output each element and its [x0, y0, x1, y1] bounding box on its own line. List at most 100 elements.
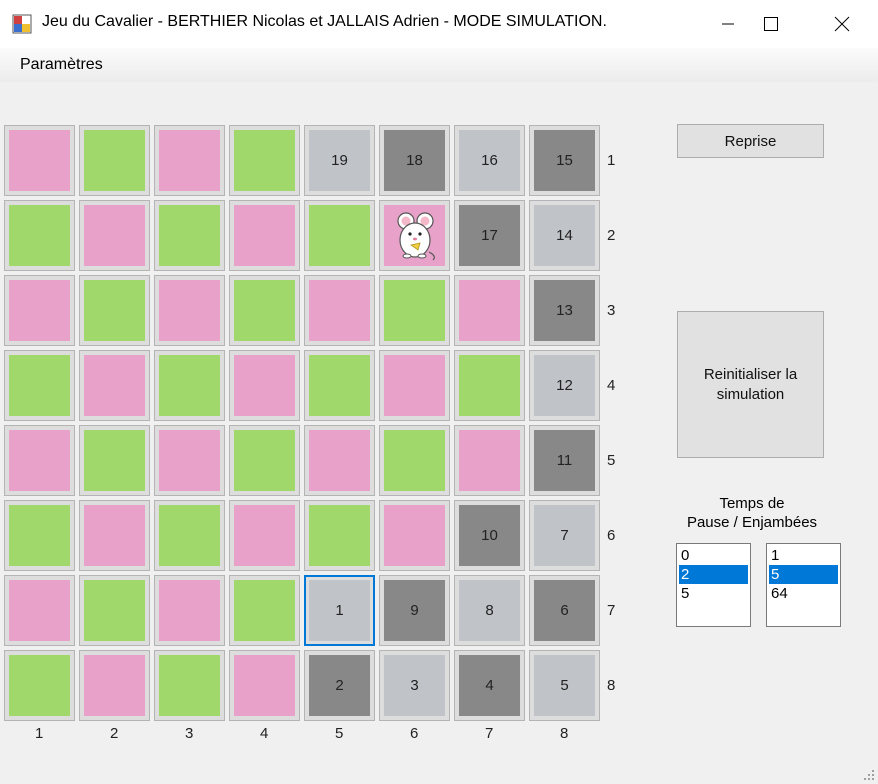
list-item[interactable]: 1	[769, 546, 838, 565]
board-cell[interactable]	[454, 275, 525, 346]
cell-fill	[84, 580, 145, 641]
reprise-button[interactable]: Reprise	[677, 124, 824, 158]
board-cell[interactable]	[79, 425, 150, 496]
board-cell[interactable]	[229, 650, 300, 721]
row-label: 6	[607, 527, 616, 544]
board-cell[interactable]	[4, 500, 75, 571]
cell-fill	[309, 205, 370, 266]
temps-label-line2: Pause / Enjambées	[686, 514, 818, 531]
reset-simulation-button[interactable]: Reinitialiser la simulation	[677, 311, 824, 458]
board-cell[interactable]: 11	[529, 425, 600, 496]
board-cell[interactable]	[379, 275, 450, 346]
menu-bar: Paramètres	[0, 48, 878, 82]
board-cell[interactable]: 8	[454, 575, 525, 646]
board-cell[interactable]	[79, 275, 150, 346]
cell-fill	[9, 580, 70, 641]
board-cell[interactable]	[79, 350, 150, 421]
board-cell[interactable]	[79, 575, 150, 646]
cell-fill: 9	[384, 580, 445, 641]
board-cell[interactable]	[79, 500, 150, 571]
board-cell[interactable]: 13	[529, 275, 600, 346]
window-title: Jeu du Cavalier - BERTHIER Nicolas et JA…	[42, 13, 607, 30]
board-cell[interactable]	[79, 200, 150, 271]
board-cell[interactable]	[154, 575, 225, 646]
board-cell[interactable]: 2	[304, 650, 375, 721]
board-cell[interactable]	[379, 200, 450, 271]
board-cell[interactable]	[379, 350, 450, 421]
board-cell[interactable]: 1	[304, 575, 375, 646]
board-cell[interactable]	[154, 650, 225, 721]
board-cell[interactable]	[4, 200, 75, 271]
board-cell[interactable]: 16	[454, 125, 525, 196]
list-item[interactable]: 5	[679, 584, 748, 603]
board-cell[interactable]	[379, 425, 450, 496]
board-cell[interactable]	[154, 425, 225, 496]
list-item[interactable]: 5	[769, 565, 838, 584]
board-cell[interactable]: 12	[529, 350, 600, 421]
board-cell[interactable]	[229, 200, 300, 271]
minimize-icon	[722, 23, 734, 25]
col-label: 3	[185, 725, 194, 742]
move-number: 6	[560, 602, 569, 619]
board-cell[interactable]	[154, 125, 225, 196]
move-number: 5	[560, 677, 569, 694]
board-cell[interactable]: 5	[529, 650, 600, 721]
board-cell[interactable]: 17	[454, 200, 525, 271]
cell-fill	[234, 580, 295, 641]
cell-fill: 1	[309, 580, 370, 641]
cell-fill: 12	[534, 355, 595, 416]
board-cell[interactable]	[4, 125, 75, 196]
board-cell[interactable]: 9	[379, 575, 450, 646]
menu-parametres[interactable]: Paramètres	[10, 48, 113, 82]
board-cell[interactable]: 6	[529, 575, 600, 646]
board-cell[interactable]	[229, 275, 300, 346]
resize-grip-icon[interactable]	[863, 769, 875, 781]
col-label: 8	[560, 725, 569, 742]
board-cell[interactable]	[304, 500, 375, 571]
board-cell[interactable]: 14	[529, 200, 600, 271]
board-cell[interactable]	[154, 200, 225, 271]
cell-fill: 16	[459, 130, 520, 191]
board-cell[interactable]: 15	[529, 125, 600, 196]
board-cell[interactable]	[229, 575, 300, 646]
board-cell[interactable]	[304, 425, 375, 496]
cell-fill	[9, 505, 70, 566]
board-cell[interactable]	[304, 350, 375, 421]
board-cell[interactable]: 3	[379, 650, 450, 721]
board-cell[interactable]	[229, 350, 300, 421]
board-cell[interactable]	[154, 275, 225, 346]
board-cell[interactable]	[154, 350, 225, 421]
pause-listbox[interactable]: 025	[676, 543, 751, 627]
cell-fill: 15	[534, 130, 595, 191]
close-button[interactable]	[812, 0, 872, 48]
board-cell[interactable]	[154, 500, 225, 571]
board-cell[interactable]: 19	[304, 125, 375, 196]
board-cell[interactable]	[4, 275, 75, 346]
list-item[interactable]: 64	[769, 584, 838, 603]
cell-fill: 13	[534, 280, 595, 341]
board-cell[interactable]: 7	[529, 500, 600, 571]
board-cell[interactable]	[4, 350, 75, 421]
board-cell[interactable]	[379, 500, 450, 571]
board-cell[interactable]	[4, 650, 75, 721]
enjambees-listbox[interactable]: 1 5 64	[766, 543, 841, 627]
list-item[interactable]: 0	[679, 546, 748, 565]
cell-fill	[384, 505, 445, 566]
board-cell[interactable]	[304, 275, 375, 346]
board-cell[interactable]: 10	[454, 500, 525, 571]
board-cell[interactable]	[454, 350, 525, 421]
board-cell[interactable]	[229, 425, 300, 496]
board-cell[interactable]: 4	[454, 650, 525, 721]
board-cell[interactable]	[304, 200, 375, 271]
board-cell[interactable]	[4, 575, 75, 646]
board-cell[interactable]	[79, 125, 150, 196]
move-number: 9	[410, 602, 419, 619]
board-cell[interactable]: 18	[379, 125, 450, 196]
board-cell[interactable]	[229, 125, 300, 196]
board-cell[interactable]	[229, 500, 300, 571]
maximize-button[interactable]	[741, 0, 801, 48]
board-cell[interactable]	[454, 425, 525, 496]
board-cell[interactable]	[79, 650, 150, 721]
list-item[interactable]: 2	[679, 565, 748, 584]
board-cell[interactable]	[4, 425, 75, 496]
